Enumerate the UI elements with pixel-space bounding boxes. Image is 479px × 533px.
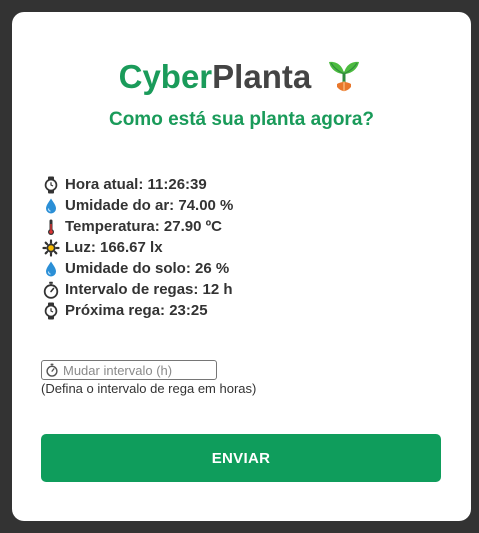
reading-air-humidity: Umidade do ar: 74.00 % — [42, 195, 442, 216]
reading-current-time: Hora atual: 11:26:39 — [42, 174, 442, 195]
interval-hint: (Defina o intervalo de rega em horas) — [41, 381, 257, 396]
main-card: CyberPlanta Como está sua planta agora? … — [12, 12, 471, 521]
interval-input-box[interactable] — [41, 360, 217, 380]
reading-soil-humidity: Umidade do solo: 26 % — [42, 258, 442, 279]
page-subtitle: Como está sua planta agora? — [108, 109, 374, 130]
watch-icon — [44, 302, 58, 319]
reading-watering-interval: Intervalo de regas: 12 h — [42, 279, 442, 300]
reading-text: Umidade do ar: 74.00 % — [65, 197, 234, 214]
reading-text: Intervalo de regas: 12 h — [65, 281, 233, 298]
send-button[interactable]: ENVIAR — [41, 434, 441, 482]
reading-next-watering: Próxima rega: 23:25 — [42, 300, 442, 321]
title-cyber: Cyber — [118, 58, 213, 95]
app-title: CyberPlanta — [12, 56, 471, 97]
seedling-icon — [329, 61, 360, 92]
readings-list: Hora atual: 11:26:39 Umidade do ar: 74.0… — [42, 174, 442, 321]
droplet-icon — [46, 198, 56, 213]
reading-text: Hora atual: 11:26:39 — [65, 176, 207, 193]
reading-text: Próxima rega: 23:25 — [65, 302, 208, 319]
droplet-icon — [46, 261, 56, 276]
interval-input[interactable] — [63, 362, 213, 378]
stopwatch-icon — [46, 363, 58, 377]
reading-text: Luz: 166.67 lx — [65, 239, 163, 256]
reading-light: Luz: 166.67 lx — [42, 237, 442, 258]
reading-text: Temperatura: 27.90 ºC — [65, 218, 222, 235]
reading-temperature: Temperatura: 27.90 ºC — [42, 216, 442, 237]
watch-icon — [44, 176, 58, 193]
sun-icon — [42, 238, 60, 257]
stopwatch-icon — [43, 281, 59, 299]
thermometer-icon — [48, 219, 54, 235]
reading-text: Umidade do solo: 26 % — [65, 260, 230, 277]
title-planta: Planta — [212, 58, 312, 95]
